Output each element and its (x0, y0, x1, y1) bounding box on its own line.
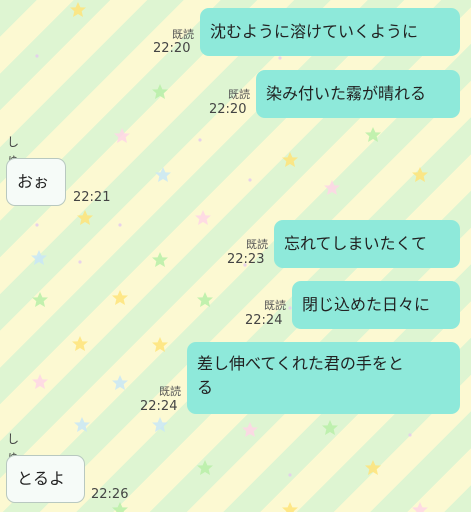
read-receipt: 既読 (246, 238, 268, 251)
message-bubble-received[interactable]: とるよ (6, 455, 85, 503)
read-receipt: 既読 (172, 28, 194, 41)
message-bubble-sent[interactable]: 差し伸べてくれた君の手をと る (187, 342, 460, 414)
message-timestamp: 22:24 (245, 313, 283, 328)
message-bubble-sent[interactable]: 染み付いた霧が晴れる (256, 70, 460, 118)
message-bubble-received[interactable]: おぉ (6, 158, 66, 206)
message-timestamp: 22:23 (227, 252, 265, 267)
message-timestamp: 22:26 (91, 487, 129, 502)
message-bubble-sent[interactable]: 沈むように溶けていくように (200, 8, 460, 56)
read-receipt: 既読 (264, 299, 286, 312)
message-text-line: 差し伸べてくれた君の手をと (197, 354, 404, 373)
message-bubble-sent[interactable]: 忘れてしまいたくて (274, 220, 460, 268)
read-receipt: 既読 (228, 88, 250, 101)
message-timestamp: 22:21 (73, 190, 111, 205)
message-text-line: る (197, 378, 214, 397)
message-bubble-sent[interactable]: 閉じ込めた日々に (292, 281, 460, 329)
message-timestamp: 22:20 (209, 102, 247, 117)
message-timestamp: 22:24 (140, 399, 178, 414)
read-receipt: 既読 (159, 385, 181, 398)
message-timestamp: 22:20 (153, 41, 191, 56)
